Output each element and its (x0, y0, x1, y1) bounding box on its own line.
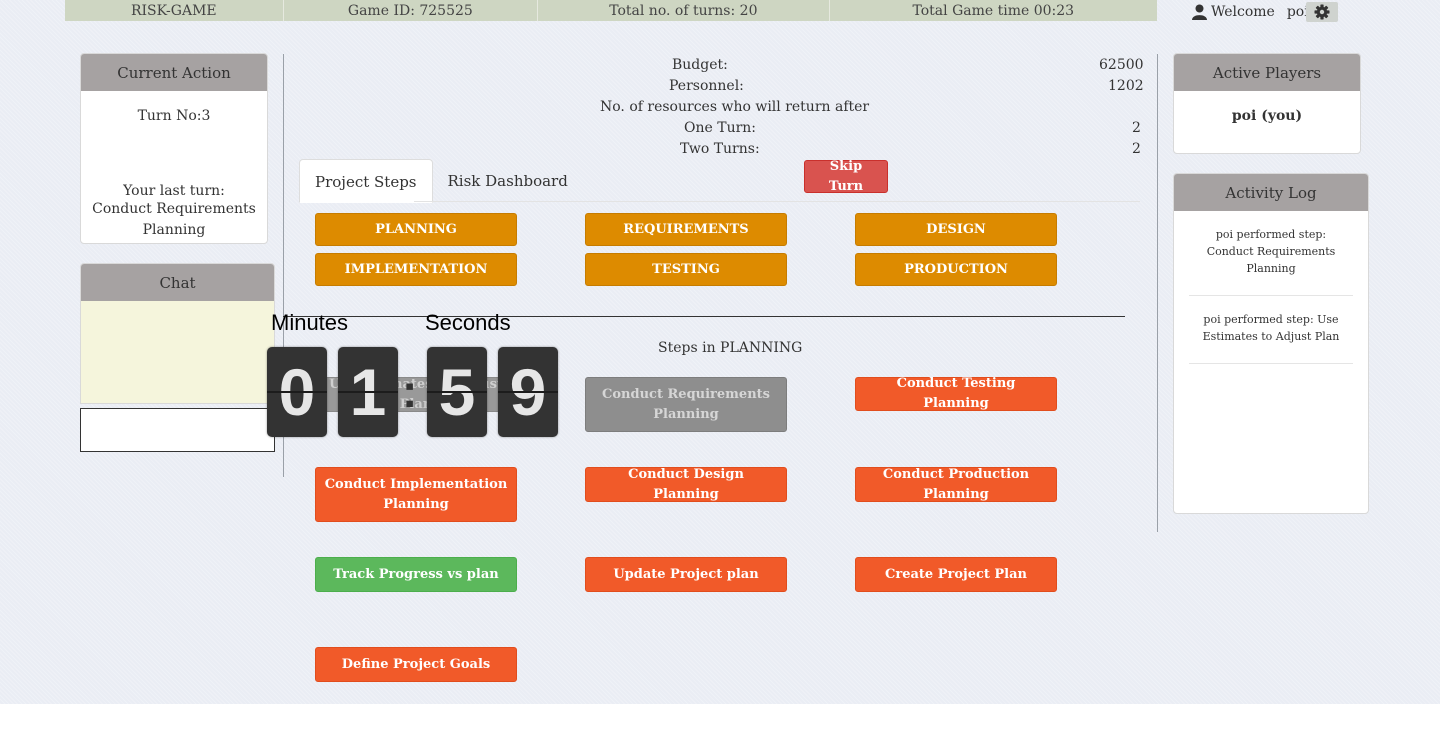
current-action-panel: Current Action Turn No:3 Your last turn:… (80, 53, 268, 244)
conduct-production-planning-button[interactable]: Conduct Production Planning (855, 467, 1057, 502)
activity-log-panel: Activity Log poi performed step: Conduct… (1173, 173, 1369, 514)
timer-separator: : (402, 365, 418, 417)
game-info-bar: RISK-GAME Game ID: 725525 Total no. of t… (65, 0, 1157, 21)
total-game-time: Total Game time 00:23 (912, 3, 1075, 19)
current-action-title: Current Action (81, 54, 267, 91)
timer-digit-minute-ones: 1 (338, 347, 398, 437)
conduct-implementation-planning-button[interactable]: Conduct Implementation Planning (315, 467, 517, 522)
tab-underline (414, 201, 1140, 202)
section-divider (283, 316, 1125, 317)
tab-bar: Project Steps Risk Dashboard (299, 159, 583, 203)
log-entry: poi performed step: Conduct Requirements… (1189, 211, 1353, 296)
phase-production-button[interactable]: PRODUCTION (855, 253, 1057, 286)
active-players-title: Active Players (1174, 54, 1360, 91)
active-players-panel: Active Players poi (you) (1173, 53, 1361, 154)
budget-label: Budget: (672, 57, 728, 73)
steps-title: Steps in PLANNING (658, 340, 803, 356)
track-progress-button[interactable]: Track Progress vs plan (315, 557, 517, 592)
last-turn-value: Conduct Requirements Planning (92, 201, 256, 238)
welcome-area: Welcome poi! (1192, 2, 1314, 22)
tab-risk-dashboard[interactable]: Risk Dashboard (433, 159, 583, 201)
timer-digit-minute-tens: 0 (267, 347, 327, 437)
timer-digit-second-tens: 5 (427, 347, 487, 437)
turn-number: Turn No:3 (137, 108, 211, 124)
phase-planning-button[interactable]: PLANNING (315, 213, 517, 246)
update-project-plan-button[interactable]: Update Project plan (585, 557, 787, 592)
one-turn-label: One Turn: (684, 120, 757, 136)
minutes-label: Minutes (271, 310, 349, 335)
player-item: poi (you) (1231, 108, 1303, 124)
two-turns-label: Two Turns: (680, 141, 760, 157)
seconds-label: Seconds (425, 310, 511, 335)
one-turn-value: 2 (1132, 120, 1141, 136)
conduct-requirements-planning-button[interactable]: Conduct Requirements Planning (585, 377, 787, 432)
two-turns-value: 2 (1132, 141, 1141, 157)
right-divider (1157, 54, 1158, 532)
game-id: Game ID: 725525 (284, 0, 539, 21)
phase-testing-button[interactable]: TESTING (585, 253, 787, 286)
budget-value: 62500 (1099, 57, 1144, 73)
personnel-value: 1202 (1108, 78, 1144, 94)
define-project-goals-button[interactable]: Define Project Goals (315, 647, 517, 682)
phase-implementation-button[interactable]: IMPLEMENTATION (315, 253, 517, 286)
tab-project-steps[interactable]: Project Steps (299, 159, 433, 203)
log-entry: poi performed step: Use Estimates to Adj… (1189, 296, 1353, 364)
total-turns: Total no. of turns: 20 (538, 0, 830, 21)
resources-return-label: No. of resources who will return after (600, 99, 870, 115)
chat-input[interactable] (80, 408, 275, 452)
chat-messages (81, 301, 274, 403)
chat-title: Chat (81, 264, 274, 301)
game-name: RISK-GAME (65, 0, 284, 21)
timer-digit-second-ones: 9 (498, 347, 558, 437)
phase-design-button[interactable]: DESIGN (855, 213, 1057, 246)
personnel-label: Personnel: (669, 78, 744, 94)
activity-log-title: Activity Log (1174, 174, 1368, 211)
conduct-testing-planning-button[interactable]: Conduct Testing Planning (855, 376, 1057, 411)
settings-button[interactable] (1306, 2, 1338, 22)
create-project-plan-button[interactable]: Create Project Plan (855, 557, 1057, 592)
last-turn-label: Your last turn: (123, 183, 225, 199)
chat-panel: Chat (80, 263, 275, 404)
conduct-design-planning-button[interactable]: Conduct Design Planning (585, 467, 787, 502)
user-icon (1192, 4, 1207, 20)
skip-turn-button[interactable]: Skip Turn (804, 159, 888, 194)
phase-requirements-button[interactable]: REQUIREMENTS (585, 213, 787, 246)
gear-icon (1314, 4, 1330, 20)
welcome-text: Welcome (1211, 4, 1275, 20)
